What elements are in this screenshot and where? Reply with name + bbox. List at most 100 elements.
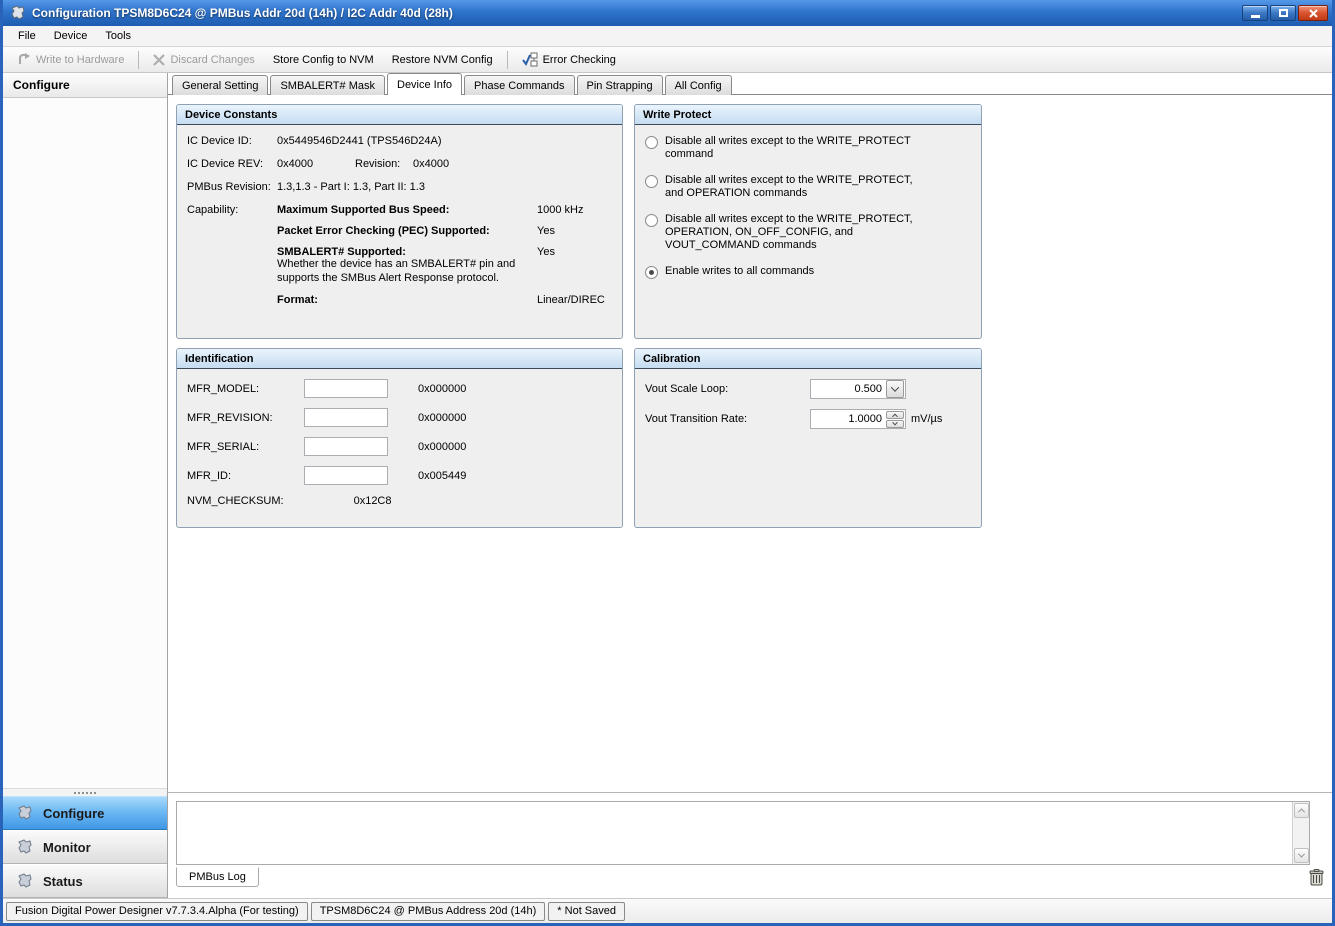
save-state-badge: * Not Saved <box>548 902 625 921</box>
write-protect-option-label: Disable all writes except to the WRITE_P… <box>665 135 915 162</box>
nav-configure-button[interactable]: Configure <box>3 796 167 830</box>
chevron-down-icon <box>1298 851 1305 858</box>
pmbus-log-tab[interactable]: PMBus Log <box>176 867 259 887</box>
format-value: Linear/DIREC <box>537 294 605 306</box>
sidebar-tree-area[interactable] <box>3 98 167 788</box>
mfr-id-label: MFR_ID: <box>187 470 304 482</box>
tab-smbalert-mask[interactable]: SMBALERT# Mask <box>270 75 385 95</box>
radio-button[interactable] <box>645 136 658 149</box>
app-window: Configuration TPSM8D6C24 @ PMBus Addr 20… <box>0 0 1335 926</box>
tab-label: General Setting <box>182 80 258 92</box>
write-to-hardware-button[interactable]: Write to Hardware <box>9 50 132 69</box>
chevron-down-icon <box>892 419 898 425</box>
splitter-handle[interactable] <box>3 788 167 796</box>
device-info-page: Device Constants IC Device ID: 0x5449546… <box>168 95 1332 792</box>
menu-file[interactable]: File <box>9 28 45 44</box>
main-area: Configure Configure Monitor Status Gener… <box>3 73 1332 898</box>
scroll-down-button[interactable] <box>1294 848 1309 863</box>
log-scrollbar[interactable] <box>1292 802 1309 864</box>
toolbar-separator <box>507 51 508 69</box>
mfr-model-input[interactable] <box>304 379 388 398</box>
mfr-revision-input[interactable] <box>304 408 388 427</box>
menu-bar: File Device Tools <box>3 26 1332 47</box>
ti-logo-icon <box>10 5 26 21</box>
maximize-icon <box>1279 9 1288 17</box>
pmbus-revision-value: 1.3,1.3 - Part I: 1.3, Part II: 1.3 <box>277 181 425 193</box>
mfr-id-hex: 0x005449 <box>418 470 466 482</box>
maximize-button[interactable] <box>1270 5 1296 21</box>
ic-device-rev-label: IC Device REV: <box>187 158 277 170</box>
write-protect-option-label: Disable all writes except to the WRITE_P… <box>665 213 915 253</box>
format-label: Format: <box>277 294 537 306</box>
nav-monitor-button[interactable]: Monitor <box>3 830 167 864</box>
tab-pin-strapping[interactable]: Pin Strapping <box>577 75 663 95</box>
menu-tools[interactable]: Tools <box>96 28 140 44</box>
tab-device-info[interactable]: Device Info <box>387 73 462 95</box>
nvm-checksum-label: NVM_CHECKSUM: <box>187 495 284 507</box>
spin-up-button[interactable] <box>886 411 904 419</box>
smbalert-description: Whether the device has an SMBALERT# pin … <box>277 257 522 286</box>
spin-down-button[interactable] <box>886 420 904 428</box>
toolbar-separator <box>138 51 139 69</box>
minimize-button[interactable] <box>1242 5 1268 21</box>
window-title: Configuration TPSM8D6C24 @ PMBus Addr 20… <box>32 6 1242 20</box>
identification-title: Identification <box>177 349 622 369</box>
write-protect-option-3[interactable]: Disable all writes except to the WRITE_P… <box>645 213 971 253</box>
mfr-revision-label: MFR_REVISION: <box>187 412 304 424</box>
app-version-status: Fusion Digital Power Designer v7.7.3.4.A… <box>6 902 308 921</box>
tab-general-setting[interactable]: General Setting <box>172 75 268 95</box>
ic-device-id-value: 0x5449546D2441 (TPS546D24A) <box>277 135 442 147</box>
vout-transition-rate-input[interactable] <box>811 413 885 425</box>
mfr-serial-input[interactable] <box>304 437 388 456</box>
chevron-up-icon <box>892 413 898 419</box>
tab-strip: General Setting SMBALERT# Mask Device In… <box>168 73 1332 95</box>
scroll-up-button[interactable] <box>1294 803 1309 818</box>
vout-scale-loop-combo[interactable] <box>810 379 906 399</box>
tab-phase-commands[interactable]: Phase Commands <box>464 75 575 95</box>
minimize-icon <box>1251 15 1260 18</box>
vout-scale-loop-input[interactable] <box>811 383 885 395</box>
write-protect-option-2[interactable]: Disable all writes except to the WRITE_P… <box>645 174 971 201</box>
dropdown-button[interactable] <box>886 380 904 398</box>
radio-button-selected[interactable] <box>645 266 658 279</box>
ic-device-id-label: IC Device ID: <box>187 135 277 147</box>
clear-log-trash-icon[interactable] <box>1309 869 1324 886</box>
ti-logo-icon <box>17 839 33 855</box>
write-protect-panel: Write Protect Disable all writes except … <box>634 104 982 339</box>
discard-changes-button[interactable]: Discard Changes <box>145 51 262 69</box>
pmbus-log-textarea[interactable] <box>176 801 1310 865</box>
mfr-model-label: MFR_MODEL: <box>187 383 304 395</box>
mfr-revision-hex: 0x000000 <box>418 412 466 424</box>
revision-value: 0x4000 <box>413 158 449 170</box>
radio-button[interactable] <box>645 214 658 227</box>
title-bar: Configuration TPSM8D6C24 @ PMBus Addr 20… <box>3 0 1332 26</box>
nav-status-label: Status <box>43 874 83 889</box>
bus-speed-value: 1000 kHz <box>537 204 583 216</box>
error-checking-icon <box>522 52 538 67</box>
pec-supported-label: Packet Error Checking (PEC) Supported: <box>277 225 537 237</box>
menu-device[interactable]: Device <box>45 28 97 44</box>
write-protect-option-label: Disable all writes except to the WRITE_P… <box>665 174 915 201</box>
tab-all-config[interactable]: All Config <box>665 75 732 95</box>
write-protect-option-1[interactable]: Disable all writes except to the WRITE_P… <box>645 135 971 162</box>
chevron-down-icon <box>891 383 899 391</box>
restore-nvm-config-button[interactable]: Restore NVM Config <box>384 51 501 69</box>
calibration-panel: Calibration Vout Scale Loop: Vout Transi… <box>634 348 982 528</box>
error-checking-button[interactable]: Error Checking <box>514 49 624 70</box>
capability-label: Capability: <box>187 204 277 315</box>
close-button[interactable] <box>1298 5 1328 21</box>
bus-speed-label: Maximum Supported Bus Speed: <box>277 204 537 216</box>
mfr-id-input[interactable] <box>304 466 388 485</box>
mfr-model-hex: 0x000000 <box>418 383 466 395</box>
nav-status-button[interactable]: Status <box>3 864 167 898</box>
mfr-serial-hex: 0x000000 <box>418 441 466 453</box>
write-protect-option-4[interactable]: Enable writes to all commands <box>645 265 971 279</box>
sidebar-header: Configure <box>3 73 167 98</box>
ti-logo-icon <box>17 805 33 821</box>
nvm-checksum-value: 0x12C8 <box>354 495 392 507</box>
pec-supported-value: Yes <box>537 225 555 237</box>
vout-transition-rate-unit: mV/µs <box>911 413 942 425</box>
vout-transition-rate-stepper[interactable] <box>810 409 906 429</box>
store-config-to-nvm-button[interactable]: Store Config to NVM <box>265 51 382 69</box>
radio-button[interactable] <box>645 175 658 188</box>
